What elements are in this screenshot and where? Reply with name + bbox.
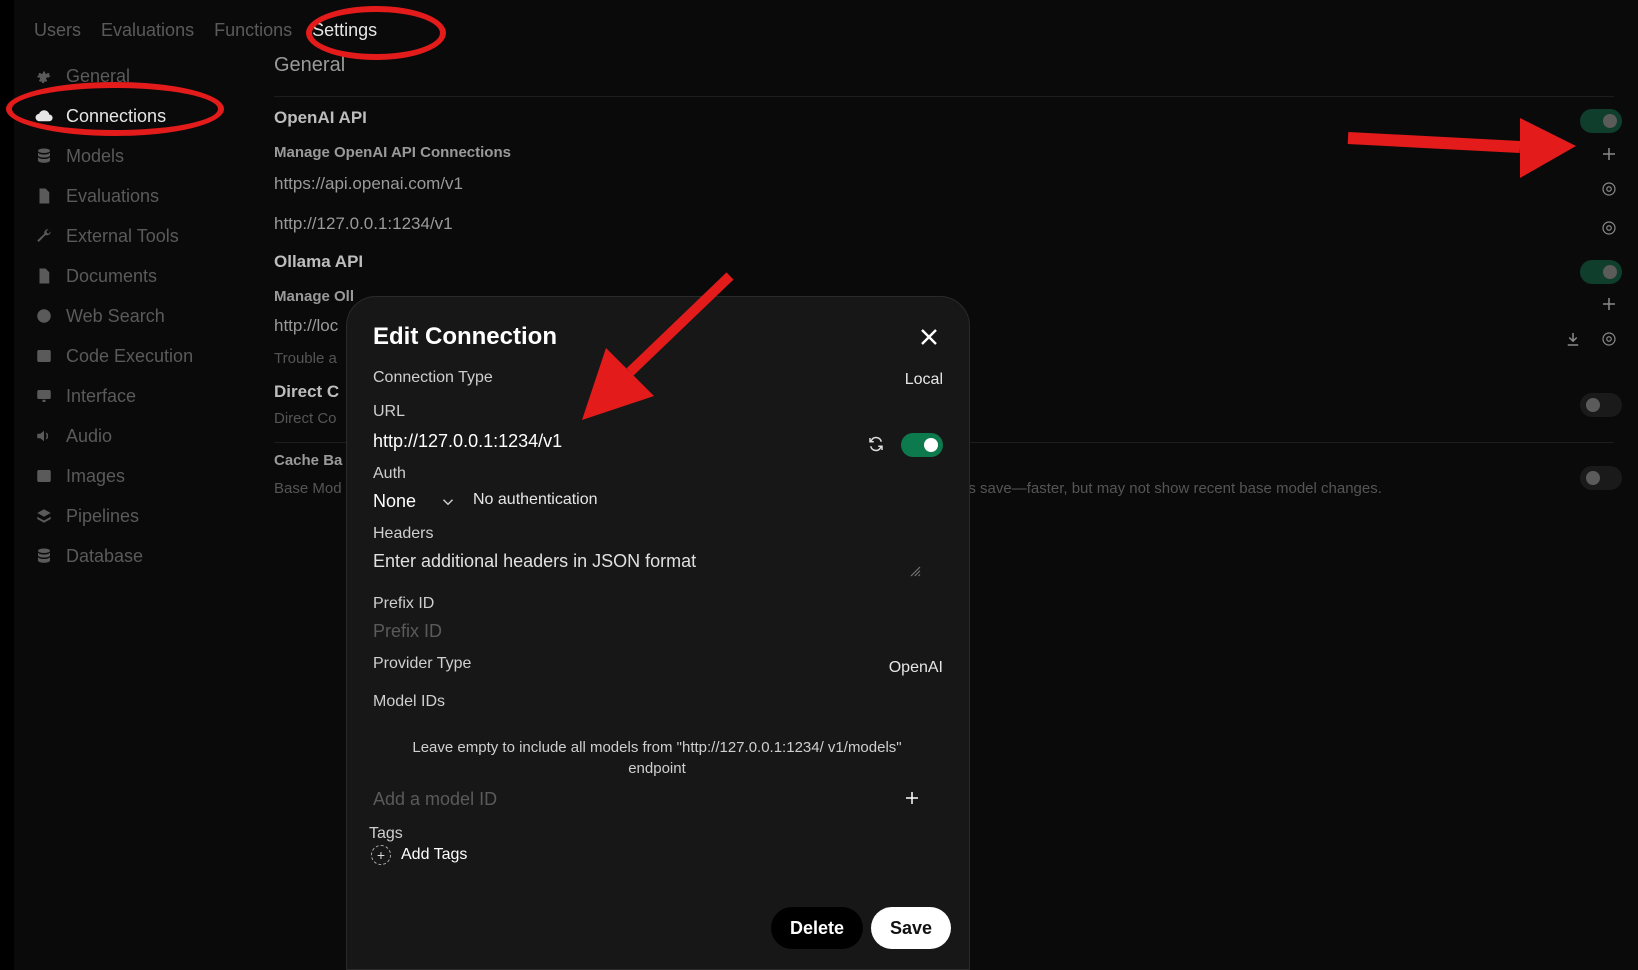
sidebar-label: Pipelines <box>66 505 140 526</box>
cache-base-desc-tail: gs save—faster, but may not show recent … <box>960 480 1382 497</box>
layers-icon <box>34 506 54 526</box>
terminal-icon <box>34 346 54 366</box>
sidebar-item-interface[interactable]: Interface <box>34 376 234 416</box>
add-tags-label: Add Tags <box>401 846 468 863</box>
prefix-id-label: Prefix ID <box>373 595 435 612</box>
auth-label: Auth <box>373 465 406 482</box>
cache-base-desc: Base Mod <box>274 480 342 497</box>
document-icon <box>34 186 54 206</box>
provider-type-value[interactable]: OpenAI <box>889 659 943 677</box>
modal-title: Edit Connection <box>373 323 557 350</box>
plus-icon[interactable] <box>901 787 923 809</box>
nav-users[interactable]: Users <box>34 20 81 41</box>
url-enabled-toggle[interactable] <box>901 433 943 457</box>
delete-button[interactable]: Delete <box>771 907 863 949</box>
ollama-url[interactable]: http://loc <box>274 316 338 336</box>
cache-base-title: Cache Ba <box>274 452 343 469</box>
chevron-down-icon[interactable] <box>437 491 459 513</box>
resize-handle-icon[interactable] <box>903 559 925 581</box>
auth-select[interactable]: None <box>373 491 416 512</box>
openai-url-2[interactable]: http://127.0.0.1:1234/v1 <box>274 214 453 234</box>
gear-icon <box>34 66 54 86</box>
refresh-icon[interactable] <box>865 433 887 455</box>
sidebar-label: Audio <box>66 425 113 446</box>
model-ids-help: Leave empty to include all models from "… <box>412 739 902 777</box>
sidebar-label: Database <box>66 545 144 566</box>
sidebar-item-external-tools[interactable]: External Tools <box>34 216 234 256</box>
gear-icon[interactable] <box>1598 178 1620 200</box>
cache-base-toggle[interactable] <box>1580 466 1622 490</box>
sidebar-item-web-search[interactable]: Web Search <box>34 296 234 336</box>
image-icon <box>34 466 54 486</box>
globe-icon <box>34 306 54 326</box>
direct-connections-desc: Direct Co <box>274 410 337 427</box>
direct-connections-title: Direct C <box>274 382 340 401</box>
connection-type-label: Connection Type <box>373 369 493 386</box>
auth-description: No authentication <box>473 491 598 508</box>
ollama-api-title: Ollama API <box>274 252 364 271</box>
wrench-icon <box>34 226 54 246</box>
sidebar-item-evaluations[interactable]: Evaluations <box>34 176 234 216</box>
connection-type-value[interactable]: Local <box>905 371 943 389</box>
sidebar-item-models[interactable]: Models <box>34 136 234 176</box>
openai-api-toggle[interactable] <box>1580 109 1622 133</box>
ollama-manage-label: Manage Oll <box>274 288 355 305</box>
sidebar-item-pipelines[interactable]: Pipelines <box>34 496 234 536</box>
plus-icon: + <box>371 845 391 865</box>
sidebar-item-documents[interactable]: Documents <box>34 256 234 296</box>
gear-icon[interactable] <box>1598 217 1620 239</box>
plus-icon[interactable] <box>1598 293 1620 315</box>
model-ids-label: Model IDs <box>373 693 446 710</box>
nav-evaluations[interactable]: Evaluations <box>101 20 194 41</box>
sidebar-label: Evaluations <box>66 185 160 206</box>
download-icon[interactable] <box>1562 328 1584 350</box>
sidebar-label: Code Execution <box>66 345 194 366</box>
openai-api-title: OpenAI API <box>274 108 367 127</box>
database-icon <box>34 146 54 166</box>
database-icon <box>34 546 54 566</box>
url-label: URL <box>373 403 406 420</box>
page-title: General <box>274 54 346 76</box>
ollama-api-toggle[interactable] <box>1580 260 1622 284</box>
trouble-text: Trouble a <box>274 350 337 367</box>
openai-manage-label: Manage OpenAI API Connections <box>274 144 511 161</box>
nav-functions[interactable]: Functions <box>214 20 292 41</box>
annotation-ellipse-settings <box>306 6 446 60</box>
provider-type-label: Provider Type <box>373 655 472 672</box>
document-icon <box>34 266 54 286</box>
headers-textarea[interactable]: Enter additional headers in JSON format <box>373 551 696 572</box>
divider <box>274 96 1614 97</box>
speaker-icon <box>34 426 54 446</box>
url-input[interactable]: http://127.0.0.1:1234/v1 <box>373 431 562 452</box>
add-model-id-input[interactable]: Add a model ID <box>373 789 497 810</box>
add-tags-button[interactable]: + Add Tags <box>371 845 467 865</box>
sidebar-label: Images <box>66 465 126 486</box>
sidebar-item-audio[interactable]: Audio <box>34 416 234 456</box>
sidebar-label: Web Search <box>66 305 165 326</box>
gear-icon[interactable] <box>1598 328 1620 350</box>
save-button[interactable]: Save <box>871 907 951 949</box>
direct-connections-toggle[interactable] <box>1580 393 1622 417</box>
sidebar-label: External Tools <box>66 225 179 246</box>
sidebar-item-database[interactable]: Database <box>34 536 234 576</box>
sidebar-label: Documents <box>66 265 158 286</box>
close-icon[interactable] <box>917 325 941 349</box>
headers-label: Headers <box>373 525 434 542</box>
monitor-icon <box>34 386 54 406</box>
plus-icon[interactable] <box>1598 143 1620 165</box>
sidebar-item-images[interactable]: Images <box>34 456 234 496</box>
sidebar-label: Interface <box>66 385 137 406</box>
sidebar-item-code-execution[interactable]: Code Execution <box>34 336 234 376</box>
prefix-id-input[interactable]: Prefix ID <box>373 621 442 642</box>
sidebar-label: Models <box>66 145 125 166</box>
tags-label: Tags <box>369 825 403 842</box>
openai-url-1[interactable]: https://api.openai.com/v1 <box>274 174 463 194</box>
edit-connection-modal: Edit Connection Connection Type Local UR… <box>346 296 970 970</box>
annotation-ellipse-connections <box>6 82 224 136</box>
